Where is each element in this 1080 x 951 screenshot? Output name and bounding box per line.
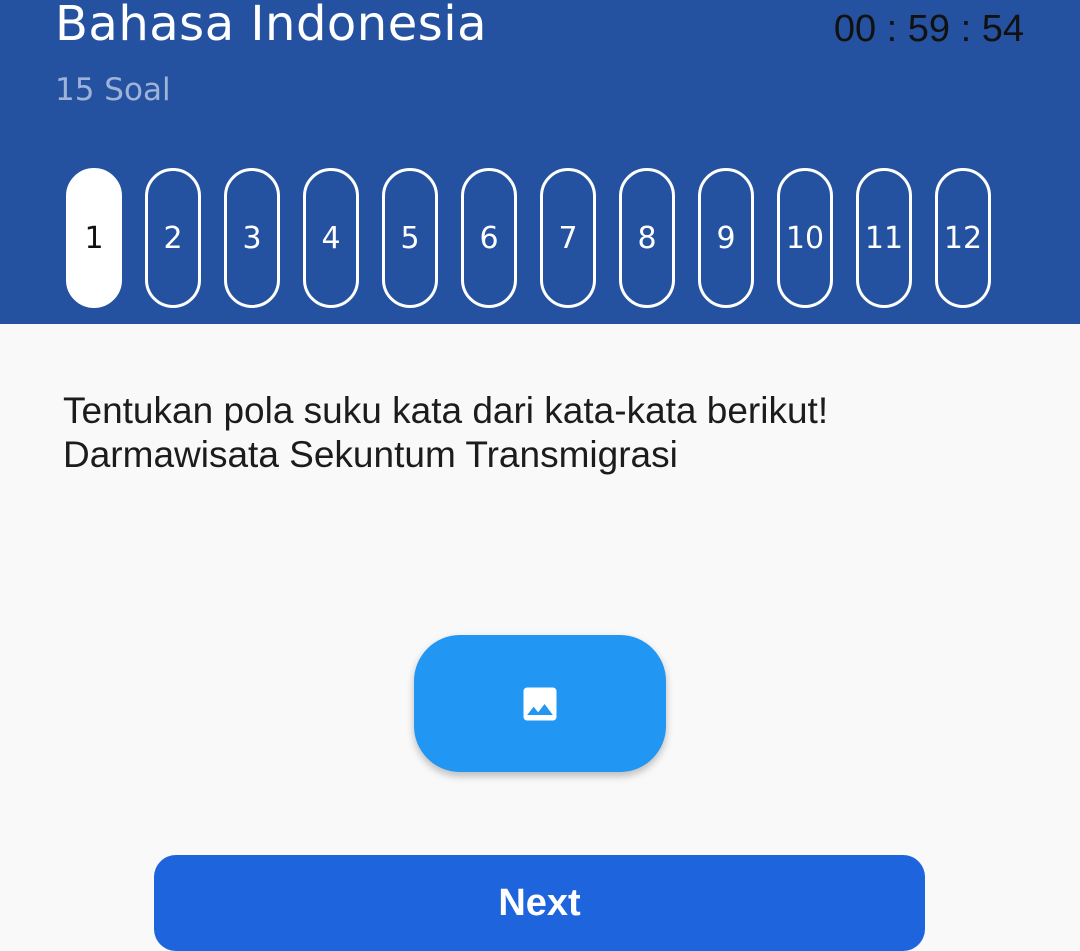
question-number-button[interactable]: 3 xyxy=(224,168,280,308)
question-line-2: Darmawisata Sekuntum Transmigrasi xyxy=(63,434,678,475)
question-number-button[interactable]: 7 xyxy=(540,168,596,308)
question-line-1: Tentukan pola suku kata dari kata-kata b… xyxy=(63,390,829,431)
question-pager: 1 2 3 4 5 6 7 8 9 10 11 12 xyxy=(55,166,1026,316)
question-number-button[interactable]: 4 xyxy=(303,168,359,308)
question-number-button[interactable]: 5 xyxy=(382,168,438,308)
next-button[interactable]: Next xyxy=(154,855,925,951)
question-number-button[interactable]: 8 xyxy=(619,168,675,308)
question-count: 15 Soal xyxy=(55,72,171,108)
countdown-timer: 00 : 59 : 54 xyxy=(833,8,1024,50)
subject-title: Bahasa Indonesia xyxy=(55,0,487,52)
app-header: Bahasa Indonesia 15 Soal 00 : 59 : 54 1 … xyxy=(0,0,1080,324)
question-number-button[interactable]: 6 xyxy=(461,168,517,308)
question-number-button[interactable]: 1 xyxy=(66,168,122,308)
question-number-button[interactable]: 2 xyxy=(145,168,201,308)
question-text: Tentukan pola suku kata dari kata-kata b… xyxy=(63,389,1023,477)
question-number-button[interactable]: 12 xyxy=(935,168,991,308)
question-number-button[interactable]: 10 xyxy=(777,168,833,308)
image-icon xyxy=(523,687,557,720)
question-number-button[interactable]: 11 xyxy=(856,168,912,308)
question-number-button[interactable]: 9 xyxy=(698,168,754,308)
view-image-button[interactable] xyxy=(414,635,666,772)
